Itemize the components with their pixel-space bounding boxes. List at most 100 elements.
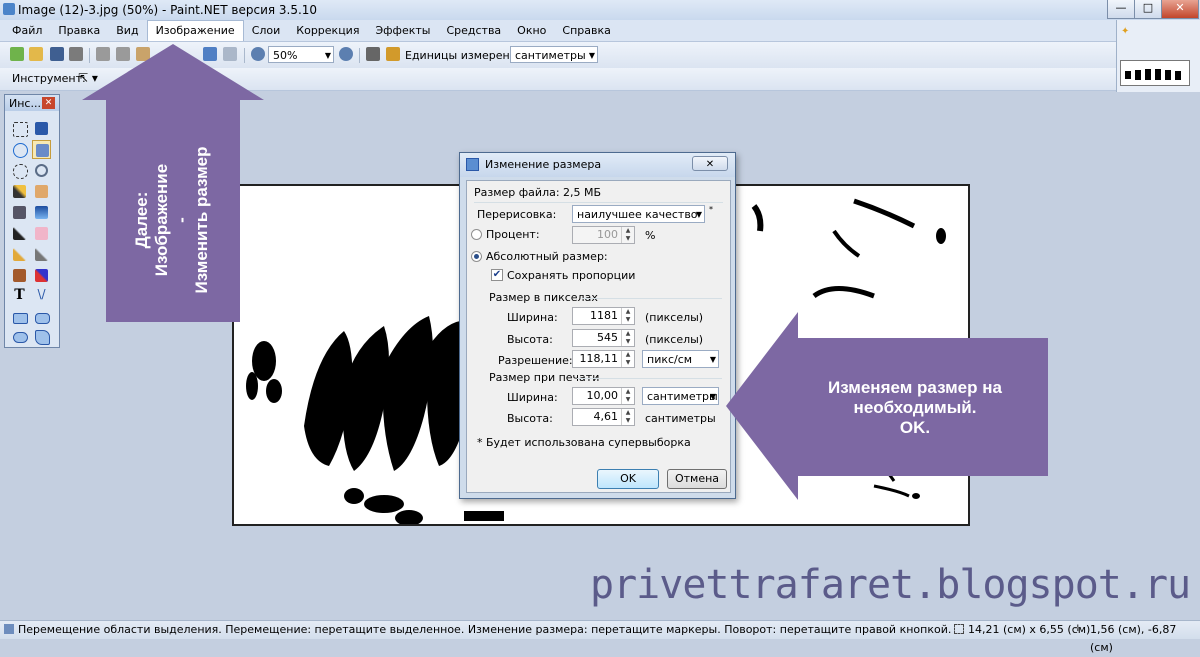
cancel-button[interactable]: Отмена (667, 469, 727, 489)
chevron-down-icon: ▼ (709, 392, 716, 401)
left-arrow-line: OK. (899, 418, 931, 437)
recolor-icon (35, 269, 48, 282)
magic-wand-tool[interactable] (10, 182, 29, 201)
pixel-width-value: 1181 (590, 309, 618, 322)
zoom-combo[interactable]: 50% ▼ (268, 46, 334, 63)
menu-image[interactable]: Изображение (146, 20, 244, 41)
up-arrow-line: Далее: (132, 191, 151, 249)
text-tool[interactable]: T (10, 287, 29, 306)
clone-stamp-icon (13, 269, 26, 282)
rectangle-select-tool[interactable] (10, 119, 29, 138)
ellipse-tool[interactable] (10, 327, 29, 346)
pan-tool[interactable] (32, 182, 51, 201)
up-arrow-text: Далее: Изображение - Изменить размер (132, 130, 212, 310)
resampling-select[interactable]: наилучшее качество ▼ (572, 205, 705, 223)
rounded-rectangle-tool[interactable] (32, 308, 51, 327)
color-picker-tool[interactable] (32, 245, 51, 264)
print-unit-select[interactable]: сантиметры ▼ (642, 387, 719, 405)
chevron-down-icon: ▼ (324, 51, 331, 60)
percent-spinner[interactable]: 100 ▲ ▼ (572, 226, 635, 244)
menu-help[interactable]: Справка (554, 20, 618, 41)
freeform-shape-tool[interactable] (32, 327, 51, 346)
units-combo[interactable]: сантиметры ▼ (510, 46, 598, 63)
menu-adjustments[interactable]: Коррекция (288, 20, 367, 41)
minimize-button[interactable]: — (1107, 0, 1135, 19)
ok-button[interactable]: OK (597, 469, 659, 489)
save-icon[interactable] (50, 47, 64, 61)
tools-window: Инс... ✕ T \/ (4, 94, 60, 348)
maximize-button[interactable]: □ (1134, 0, 1162, 19)
spinner-arrows-icon[interactable]: ▲ ▼ (621, 227, 634, 243)
close-icon[interactable]: ✕ (42, 97, 55, 109)
menu-file[interactable]: Файл (4, 20, 50, 41)
resolution-unit-select[interactable]: пикс/см ▼ (642, 350, 719, 368)
move-selection-tool[interactable] (32, 140, 51, 159)
ellipse-select-tool[interactable] (10, 161, 29, 180)
open-icon[interactable] (29, 47, 43, 61)
pixel-width-spinner[interactable]: 1181 ▲ ▼ (572, 307, 635, 325)
menu-edit[interactable]: Правка (50, 20, 108, 41)
left-arrow-text: Изменяем размер на необходимый. OK. (800, 378, 1030, 438)
menu-window[interactable]: Окно (509, 20, 554, 41)
spinner-arrows-icon[interactable]: ▲ ▼ (621, 351, 634, 367)
zoom-in-icon[interactable] (339, 47, 353, 61)
paint-bucket-icon (13, 206, 26, 219)
units-label: Единицы измерения: (405, 49, 528, 62)
clone-stamp-tool[interactable] (10, 266, 29, 285)
print-height-spinner[interactable]: 4,61 ▲ ▼ (572, 408, 635, 426)
percent-radio[interactable] (471, 229, 482, 240)
divider (582, 298, 722, 299)
paint-bucket-tool[interactable] (10, 203, 29, 222)
lasso-tool[interactable] (10, 140, 29, 159)
units-value: сантиметры (515, 49, 586, 62)
ellipse-select-icon (13, 164, 28, 179)
print-height-unit: сантиметры (645, 412, 716, 425)
absolute-size-radio[interactable] (471, 251, 482, 262)
menu-effects[interactable]: Эффекты (367, 20, 438, 41)
menu-view[interactable]: Вид (108, 20, 146, 41)
cursor-position-icon: ✛ (1074, 624, 1082, 634)
zoom-tool[interactable] (32, 161, 51, 180)
move-selected-tool[interactable] (32, 119, 51, 138)
resampling-value: наилучшее качество (577, 208, 698, 221)
thumbnail-preview (1125, 69, 1181, 80)
up-arrow-text-box: Далее: Изображение - Изменить размер (112, 120, 232, 294)
line-curve-tool[interactable]: \/ (32, 287, 51, 306)
paintbrush-tool[interactable] (10, 224, 29, 243)
dialog-close-button[interactable]: ✕ (692, 156, 728, 171)
dialog-title-bar: Изменение размера ✕ (460, 153, 735, 177)
print-width-spinner[interactable]: 10,00 ▲ ▼ (572, 387, 635, 405)
resolution-spinner[interactable]: 118,11 ▲ ▼ (572, 350, 635, 368)
up-arrow-line: Изменить размер (192, 146, 211, 294)
spinner-arrows-icon[interactable]: ▲ ▼ (621, 388, 634, 404)
gradient-tool[interactable] (32, 203, 51, 222)
close-button[interactable]: ✕ (1161, 0, 1199, 19)
line-curve-icon: \/ (37, 287, 46, 301)
print-unit-value: сантиметры (647, 390, 718, 403)
gradient-icon (35, 206, 48, 219)
image-thumbnail[interactable] (1120, 60, 1190, 86)
tool-label: Инструмент: (12, 72, 86, 85)
spinner-arrows-icon[interactable]: ▲ ▼ (621, 409, 634, 425)
menu-utilities[interactable]: Средства (438, 20, 509, 41)
window-title: Image (12)-3.jpg (50%) - Paint.NET верси… (18, 3, 318, 17)
paintbrush-icon (13, 227, 26, 240)
grid-icon[interactable] (366, 47, 380, 61)
tools-window-header: Инс... ✕ (5, 95, 59, 111)
spinner-arrows-icon[interactable]: ▲ ▼ (621, 330, 634, 346)
menu-layers[interactable]: Слои (244, 20, 289, 41)
new-icon[interactable] (10, 47, 24, 61)
rectangle-tool[interactable] (10, 308, 29, 327)
divider (474, 202, 723, 203)
eraser-tool[interactable] (32, 224, 51, 243)
print-height-value: 4,61 (593, 410, 619, 423)
keep-ratio-checkbox[interactable]: ✔ (491, 269, 503, 281)
recolor-tool[interactable] (32, 266, 51, 285)
ruler-icon[interactable] (386, 47, 400, 61)
pixel-height-spinner[interactable]: 545 ▲ ▼ (572, 329, 635, 347)
spinner-arrows-icon[interactable]: ▲ ▼ (621, 308, 634, 324)
percent-unit: % (645, 229, 656, 242)
print-icon[interactable] (69, 47, 83, 61)
pencil-tool[interactable] (10, 245, 29, 264)
pixel-height-value: 545 (597, 331, 618, 344)
